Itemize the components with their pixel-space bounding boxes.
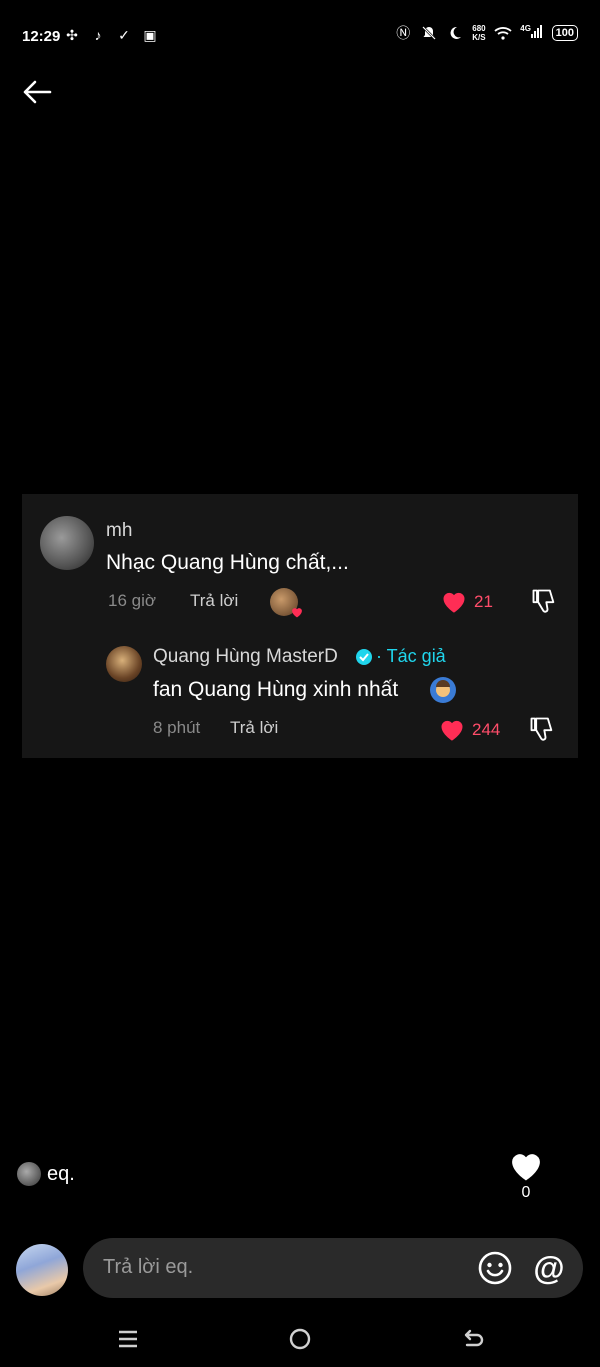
reply-dislike-icon xyxy=(530,717,553,741)
reply-time: 8 phút xyxy=(153,718,201,737)
message-app-icon: ▣ xyxy=(143,26,157,43)
comment-screenshot-card: mh Nhạc Quang Hùng chất,... 16 giờ Trả l… xyxy=(22,494,578,758)
status-bar: 12:29 ✣ ♪ ✓ ▣ Ⓝ 680 K/S 4G 100 xyxy=(0,0,600,72)
mini-heart-icon xyxy=(292,608,302,618)
moon-icon xyxy=(446,24,464,42)
person-emoji-icon xyxy=(430,677,456,703)
like-button-heart-icon[interactable] xyxy=(507,1148,545,1182)
network-speed-unit: K/S xyxy=(472,33,486,42)
back-arrow-icon xyxy=(23,80,52,104)
recent-apps-icon[interactable] xyxy=(115,1326,141,1352)
comment-text: Nhạc Quang Hùng chất,... xyxy=(106,551,349,574)
emoji-smile-icon[interactable] xyxy=(477,1250,513,1286)
network-speed-value: 680 xyxy=(472,24,486,33)
system-navigation-bar xyxy=(0,1310,600,1367)
creator-liked-badge xyxy=(270,588,302,618)
post-author-name: eq. xyxy=(47,1162,75,1185)
tiktok-icon: ♪ xyxy=(94,27,102,43)
status-time: 12:29 xyxy=(22,28,61,45)
status-notification-icons: ✣ ♪ ✓ ▣ xyxy=(63,26,159,44)
reply-author-avatar xyxy=(106,646,142,682)
status-system-icons: Ⓝ 680 K/S 4G 100 xyxy=(394,24,578,42)
back-nav-icon[interactable] xyxy=(460,1326,486,1352)
reply-like-count: 244 xyxy=(472,720,501,739)
comment-reply-link: Trả lời xyxy=(190,591,239,610)
home-circle-icon[interactable] xyxy=(287,1326,313,1352)
comment-like-heart-icon xyxy=(443,592,465,613)
post-author-avatar xyxy=(17,1162,41,1186)
battery-indicator: 100 xyxy=(551,25,578,41)
nfc-icon: Ⓝ xyxy=(396,25,411,41)
reply-like-heart-icon xyxy=(441,720,463,741)
post-like-count: 0 xyxy=(521,1184,531,1201)
signal-icon: 4G xyxy=(520,24,544,42)
mute-bell-icon xyxy=(420,24,438,42)
network-speed: 680 K/S xyxy=(472,24,485,42)
reply-input[interactable] xyxy=(103,1256,463,1279)
dislike-icon xyxy=(532,589,555,613)
signal-type-label: 4G xyxy=(520,24,531,33)
checklist-icon: ✓ xyxy=(118,26,130,43)
verified-badge-icon xyxy=(356,649,372,665)
post-author-row[interactable]: eq. xyxy=(17,1162,75,1186)
reply-input-bar[interactable]: @ xyxy=(83,1238,583,1298)
commenter-avatar xyxy=(40,516,94,570)
reply-author: Quang Hùng MasterD xyxy=(153,646,338,667)
author-tag-label: · Tác giả xyxy=(376,646,446,666)
comment-author: mh xyxy=(106,520,133,541)
reply-text: fan Quang Hùng xinh nhất xyxy=(153,678,399,701)
comment-time: 16 giờ xyxy=(108,591,157,610)
my-avatar xyxy=(16,1244,68,1296)
mention-at-icon[interactable]: @ xyxy=(529,1248,569,1288)
comment-like-count: 21 xyxy=(474,592,493,611)
app-notification-icon: ✣ xyxy=(66,26,78,43)
back-button[interactable] xyxy=(20,76,54,108)
reply-reply-link: Trả lời xyxy=(230,718,279,737)
wifi-icon xyxy=(494,24,512,42)
